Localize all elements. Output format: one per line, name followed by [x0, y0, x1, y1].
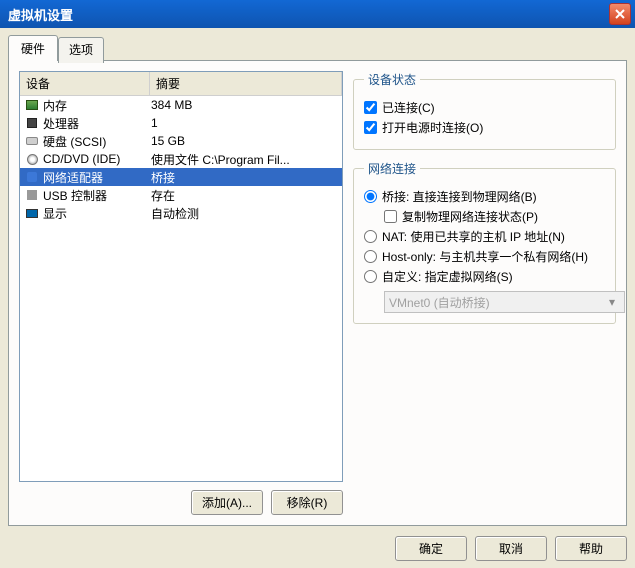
remove-button[interactable]: 移除(R) — [271, 490, 343, 515]
bridged-label: 桥接: 直接连接到物理网络(B) — [382, 188, 537, 205]
device-list[interactable]: 设备 摘要 内存 384 MB 处理器 1 硬盘 (SCSI) 15 GB — [19, 71, 343, 482]
device-summary: 桥接 — [151, 169, 338, 186]
tabstrip: 硬件 选项 — [8, 35, 627, 61]
dialog-body: 硬件 选项 设备 摘要 内存 384 MB 处理器 1 — [0, 28, 635, 568]
cancel-button[interactable]: 取消 — [475, 536, 547, 561]
device-row-display[interactable]: 显示 自动检测 — [20, 204, 342, 222]
dialog-footer: 确定 取消 帮助 — [8, 526, 627, 561]
window-title: 虚拟机设置 — [8, 5, 609, 24]
col-device[interactable]: 设备 — [20, 72, 150, 95]
cpu-icon — [24, 116, 40, 130]
device-summary: 15 GB — [151, 134, 338, 148]
network-icon — [24, 170, 40, 184]
device-name: CD/DVD (IDE) — [43, 152, 151, 166]
device-row-cpu[interactable]: 处理器 1 — [20, 114, 342, 132]
tab-options[interactable]: 选项 — [58, 37, 104, 63]
device-row-hdd[interactable]: 硬盘 (SCSI) 15 GB — [20, 132, 342, 150]
custom-radio-row[interactable]: 自定义: 指定虚拟网络(S) — [364, 268, 605, 285]
nat-radio-row[interactable]: NAT: 使用已共享的主机 IP 地址(N) — [364, 228, 605, 245]
poweron-checkbox-row[interactable]: 打开电源时连接(O) — [364, 119, 605, 136]
network-connection-group: 网络连接 桥接: 直接连接到物理网络(B) 复制物理网络连接状态(P) NAT:… — [353, 160, 616, 324]
hostonly-radio-row[interactable]: Host-only: 与主机共享一个私有网络(H) — [364, 248, 605, 265]
replicate-checkbox-row[interactable]: 复制物理网络连接状态(P) — [384, 208, 605, 225]
col-summary[interactable]: 摘要 — [150, 72, 342, 95]
tab-panel: 设备 摘要 内存 384 MB 处理器 1 硬盘 (SCSI) 15 GB — [8, 60, 627, 526]
hdd-icon — [24, 134, 40, 148]
custom-radio[interactable] — [364, 270, 377, 283]
network-legend: 网络连接 — [364, 160, 420, 177]
device-name: 网络适配器 — [43, 169, 151, 186]
titlebar: 虚拟机设置 — [0, 0, 635, 28]
device-name: USB 控制器 — [43, 187, 151, 204]
device-summary: 384 MB — [151, 98, 338, 112]
help-button[interactable]: 帮助 — [555, 536, 627, 561]
device-name: 显示 — [43, 205, 151, 222]
connected-label: 已连接(C) — [382, 99, 435, 116]
chevron-down-icon: ▾ — [604, 295, 620, 309]
hostonly-radio[interactable] — [364, 250, 377, 263]
usb-icon — [24, 188, 40, 202]
bridged-radio[interactable] — [364, 190, 377, 203]
tab-hardware[interactable]: 硬件 — [8, 35, 58, 61]
poweron-checkbox[interactable] — [364, 121, 377, 134]
device-row-cdrom[interactable]: CD/DVD (IDE) 使用文件 C:\Program Fil... — [20, 150, 342, 168]
device-summary: 自动检测 — [151, 205, 338, 222]
poweron-label: 打开电源时连接(O) — [382, 119, 483, 136]
device-row-usb[interactable]: USB 控制器 存在 — [20, 186, 342, 204]
hostonly-label: Host-only: 与主机共享一个私有网络(H) — [382, 248, 588, 265]
device-summary: 使用文件 C:\Program Fil... — [151, 151, 338, 168]
replicate-checkbox[interactable] — [384, 210, 397, 223]
right-column: 设备状态 已连接(C) 打开电源时连接(O) 网络连接 桥接: 直接连接到物理网… — [353, 71, 616, 515]
left-column: 设备 摘要 内存 384 MB 处理器 1 硬盘 (SCSI) 15 GB — [19, 71, 343, 515]
vmnet-value: VMnet0 (自动桥接) — [389, 294, 490, 311]
device-summary: 1 — [151, 116, 338, 130]
vmnet-combobox: VMnet0 (自动桥接) ▾ — [384, 291, 625, 313]
nat-label: NAT: 使用已共享的主机 IP 地址(N) — [382, 228, 565, 245]
device-name: 内存 — [43, 97, 151, 114]
device-row-network[interactable]: 网络适配器 桥接 — [20, 168, 342, 186]
close-icon — [615, 9, 625, 19]
connected-checkbox[interactable] — [364, 101, 377, 114]
device-summary: 存在 — [151, 187, 338, 204]
device-status-group: 设备状态 已连接(C) 打开电源时连接(O) — [353, 71, 616, 150]
ok-button[interactable]: 确定 — [395, 536, 467, 561]
device-list-header: 设备 摘要 — [20, 72, 342, 96]
cd-icon — [24, 152, 40, 166]
display-icon — [24, 206, 40, 220]
device-row-memory[interactable]: 内存 384 MB — [20, 96, 342, 114]
device-name: 硬盘 (SCSI) — [43, 133, 151, 150]
device-status-legend: 设备状态 — [364, 71, 420, 88]
custom-label: 自定义: 指定虚拟网络(S) — [382, 268, 513, 285]
add-button[interactable]: 添加(A)... — [191, 490, 263, 515]
memory-icon — [24, 98, 40, 112]
device-name: 处理器 — [43, 115, 151, 132]
bridged-radio-row[interactable]: 桥接: 直接连接到物理网络(B) — [364, 188, 605, 205]
replicate-label: 复制物理网络连接状态(P) — [402, 208, 538, 225]
connected-checkbox-row[interactable]: 已连接(C) — [364, 99, 605, 116]
device-buttons: 添加(A)... 移除(R) — [19, 490, 343, 515]
close-button[interactable] — [609, 3, 631, 25]
nat-radio[interactable] — [364, 230, 377, 243]
